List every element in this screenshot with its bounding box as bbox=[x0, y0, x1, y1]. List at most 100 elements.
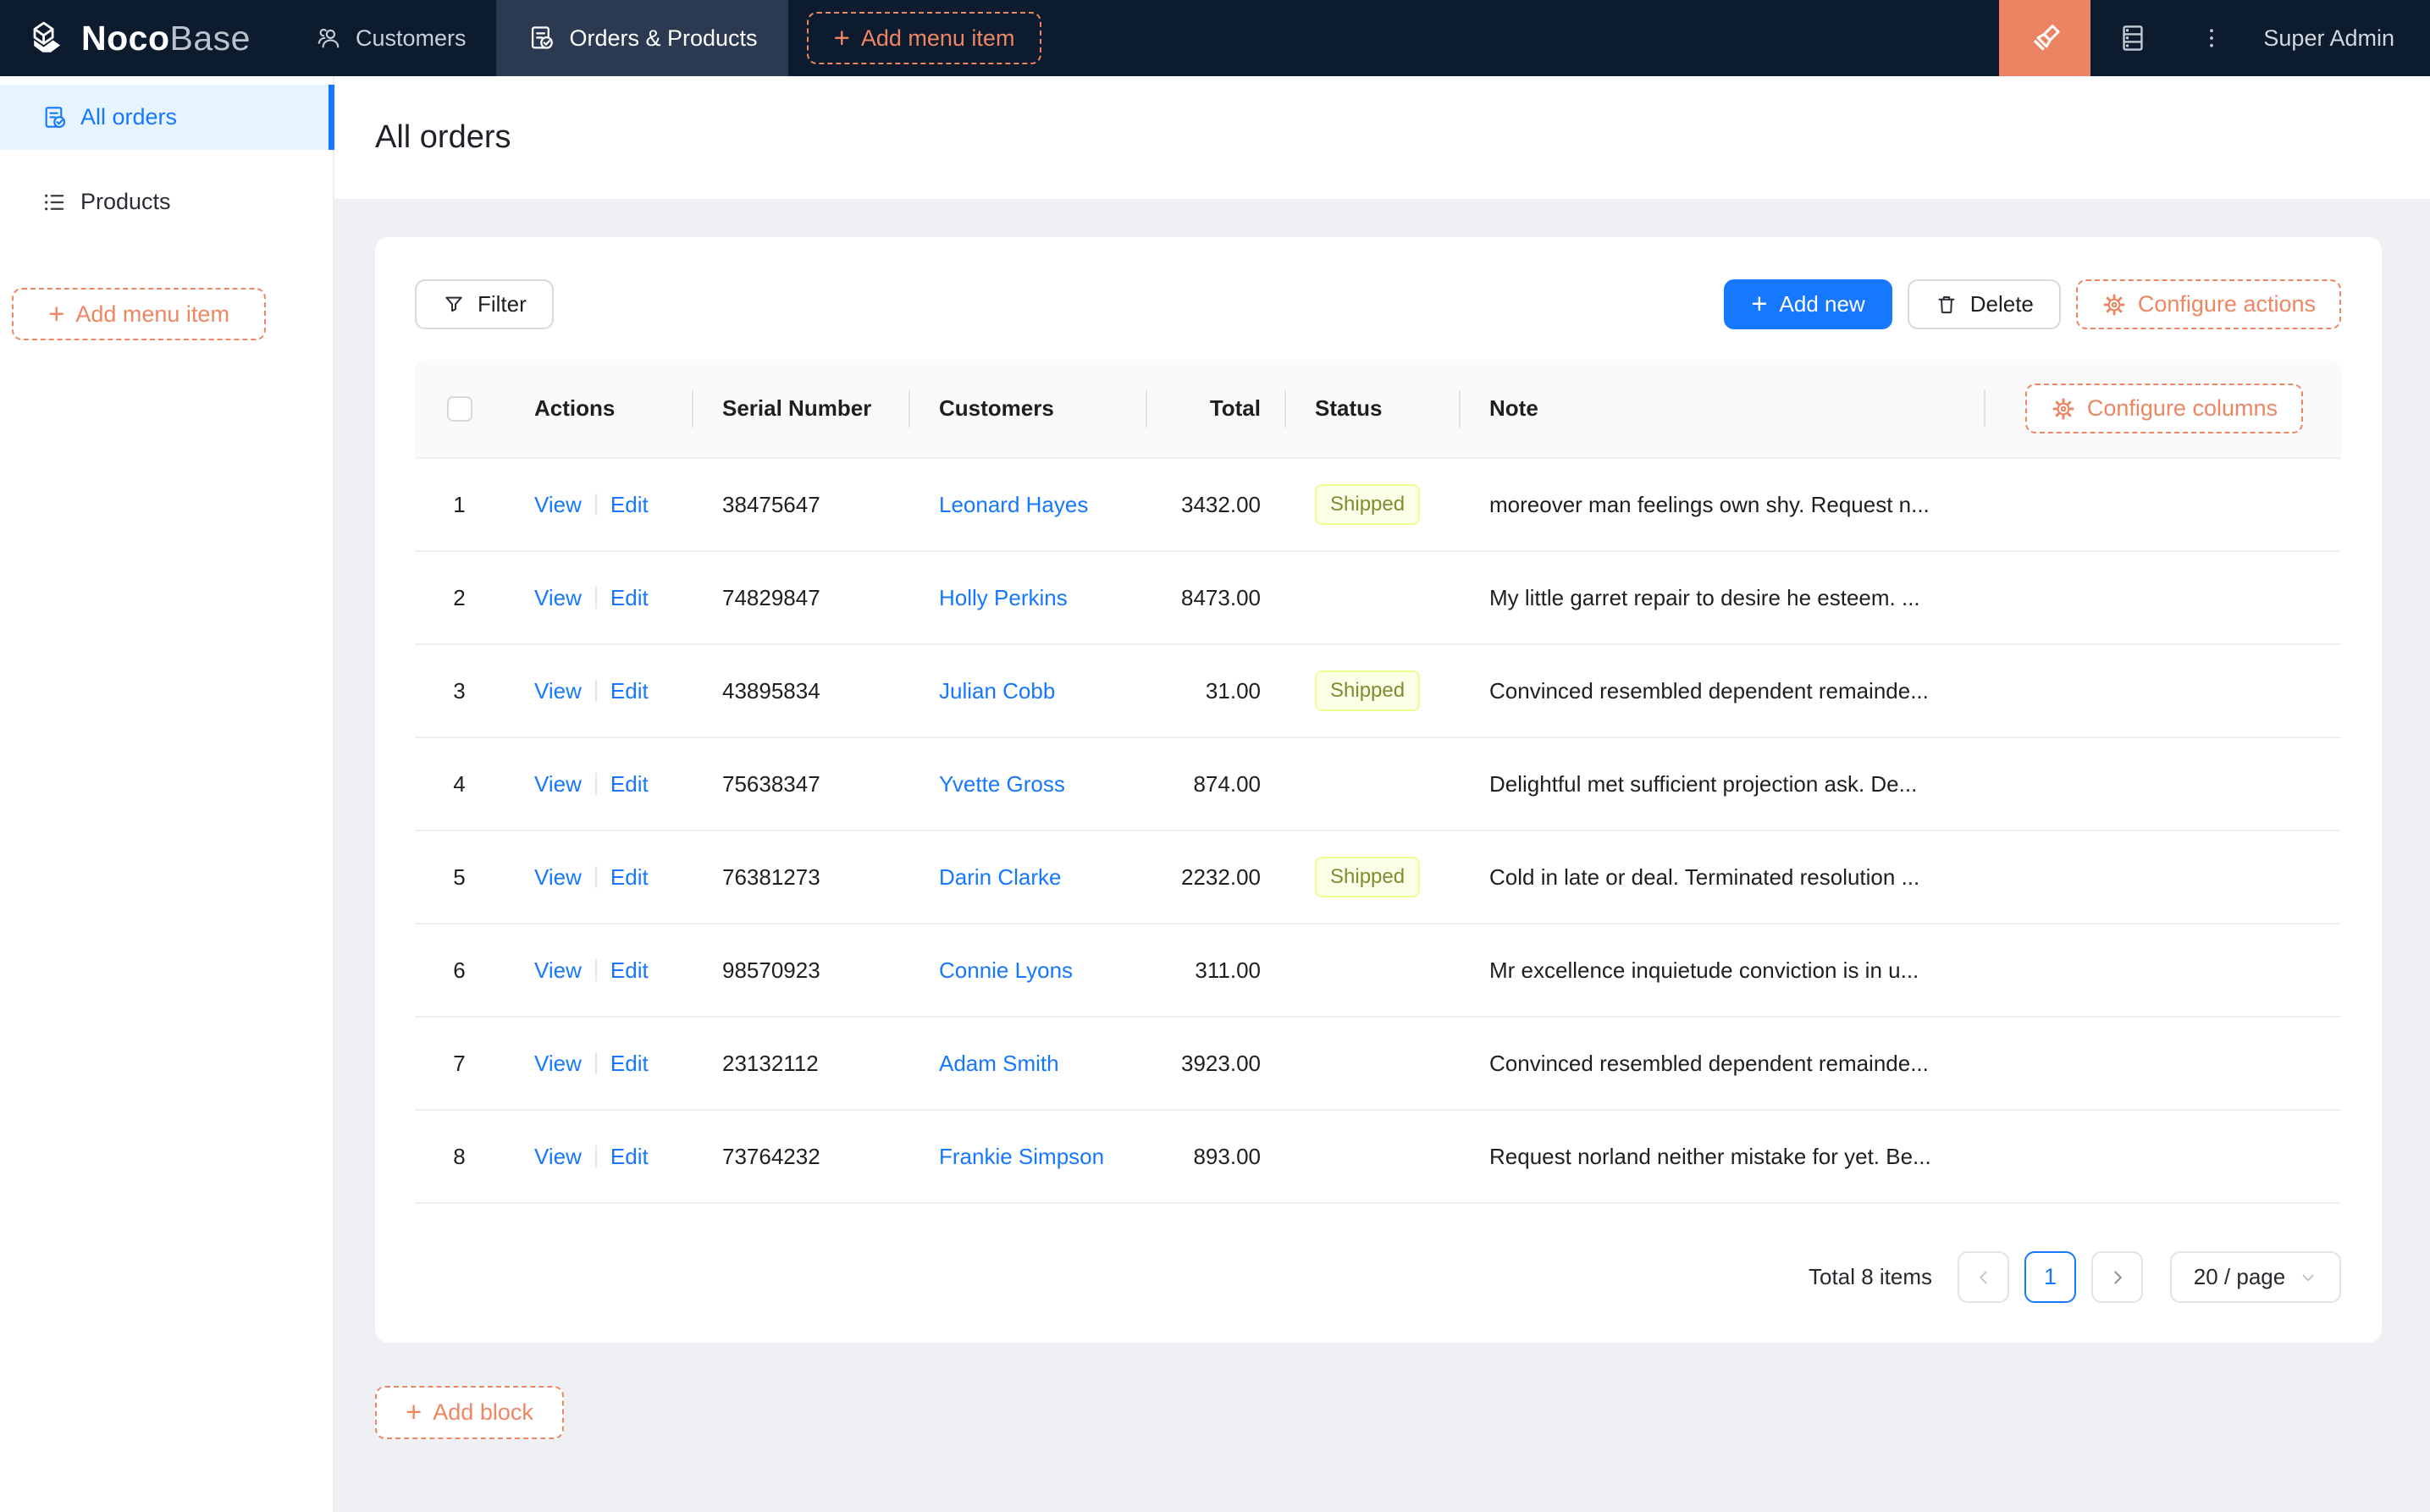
nav-tab-label: Customers bbox=[355, 25, 467, 51]
column-header-status: Status bbox=[1284, 395, 1459, 422]
customer-cell: Julian Cobb bbox=[908, 678, 1146, 704]
add-menu-item-label: Add menu item bbox=[860, 25, 1015, 51]
note-cell: Convinced resembled dependent remainde..… bbox=[1489, 677, 1929, 704]
more-menu-button[interactable] bbox=[2175, 0, 2248, 76]
action-divider bbox=[594, 587, 597, 609]
view-link[interactable]: View bbox=[534, 771, 582, 797]
page-header: All orders bbox=[334, 76, 2430, 199]
customer-cell: Leonard Hayes bbox=[908, 492, 1146, 518]
table-row: 3 View Edit 43895834 Julian Cobb 31.00 S… bbox=[415, 645, 2341, 738]
edit-link[interactable]: Edit bbox=[610, 864, 649, 891]
sidebar: All orders Products + Add menu item bbox=[0, 76, 334, 1512]
select-all-checkbox[interactable] bbox=[446, 395, 472, 422]
view-link[interactable]: View bbox=[534, 585, 582, 611]
row-actions: View Edit bbox=[504, 585, 692, 611]
total-cell: 31.00 bbox=[1205, 677, 1261, 704]
nav-tab-customers[interactable]: Customers bbox=[284, 0, 497, 76]
view-link[interactable]: View bbox=[534, 957, 582, 984]
customer-link[interactable]: Adam Smith bbox=[939, 1051, 1059, 1076]
next-page-button[interactable] bbox=[2091, 1251, 2143, 1303]
sidebar-item-all-orders[interactable]: All orders bbox=[0, 85, 334, 150]
total-cell: 3432.00 bbox=[1181, 491, 1261, 517]
page-size-select[interactable]: 20 / page bbox=[2170, 1251, 2341, 1303]
edit-link[interactable]: Edit bbox=[610, 1144, 649, 1170]
configure-actions-button[interactable]: Configure actions bbox=[2075, 279, 2341, 329]
add-menu-item-button-nav[interactable]: + Add menu item bbox=[806, 12, 1042, 64]
customer-link[interactable]: Holly Perkins bbox=[939, 585, 1068, 610]
plus-icon: + bbox=[48, 297, 65, 329]
add-new-button[interactable]: + Add new bbox=[1724, 279, 1892, 329]
pagination-total: Total 8 items bbox=[1809, 1264, 1932, 1289]
view-link[interactable]: View bbox=[534, 492, 582, 518]
add-menu-item-button-sidebar[interactable]: + Add menu item bbox=[12, 288, 266, 340]
view-link[interactable]: View bbox=[534, 864, 582, 891]
customer-cell: Yvette Gross bbox=[908, 771, 1146, 797]
note-cell: Delightful met sufficient projection ask… bbox=[1489, 770, 1918, 797]
total-cell: 311.00 bbox=[1195, 957, 1261, 983]
total-cell: 893.00 bbox=[1193, 1143, 1261, 1169]
products-icon bbox=[41, 189, 68, 216]
customer-cell: Frankie Simpson bbox=[908, 1144, 1146, 1170]
configure-columns-button[interactable]: Configure columns bbox=[2024, 384, 2303, 433]
customer-link[interactable]: Yvette Gross bbox=[939, 771, 1065, 797]
serial-number-cell: 23132112 bbox=[722, 1050, 819, 1076]
configure-columns-label: Configure columns bbox=[2086, 395, 2278, 421]
prev-page-button[interactable] bbox=[1958, 1251, 2009, 1303]
user-menu[interactable]: Super Admin bbox=[2263, 0, 2394, 76]
view-link[interactable]: View bbox=[534, 678, 582, 704]
view-link[interactable]: View bbox=[534, 1144, 582, 1170]
total-cell: 874.00 bbox=[1193, 770, 1261, 797]
note-cell: moreover man feelings own shy. Request n… bbox=[1489, 491, 1930, 517]
logo-text: Noco Base bbox=[81, 18, 251, 58]
sidebar-item-products[interactable]: Products bbox=[0, 169, 333, 235]
orders-table-card: Filter + Add new Delete Configure action… bbox=[375, 237, 2382, 1343]
gear-icon bbox=[2101, 292, 2127, 317]
all-orders-icon bbox=[41, 104, 68, 131]
edit-link[interactable]: Edit bbox=[610, 771, 649, 797]
filter-label: Filter bbox=[478, 291, 527, 317]
edit-link[interactable]: Edit bbox=[610, 1051, 649, 1077]
status-cell: Shipped bbox=[1284, 856, 1459, 898]
customer-cell: Darin Clarke bbox=[908, 864, 1146, 891]
total-cell: 8473.00 bbox=[1181, 584, 1261, 610]
page-1-button[interactable]: 1 bbox=[2024, 1251, 2076, 1303]
ui-editor-button[interactable] bbox=[1999, 0, 2091, 76]
edit-link[interactable]: Edit bbox=[610, 957, 649, 984]
filter-icon bbox=[442, 293, 466, 317]
table-toolbar: Filter + Add new Delete Configure action… bbox=[415, 279, 2341, 329]
configure-actions-label: Configure actions bbox=[2137, 291, 2316, 317]
edit-link[interactable]: Edit bbox=[610, 492, 649, 518]
delete-button[interactable]: Delete bbox=[1907, 279, 2061, 329]
action-divider bbox=[594, 680, 597, 702]
column-header-serial-number: Serial Number bbox=[692, 395, 908, 422]
serial-number-cell: 98570923 bbox=[722, 957, 820, 983]
orders-icon bbox=[527, 24, 555, 52]
nav-tab-orders-products[interactable]: Orders & Products bbox=[496, 0, 788, 76]
table-row: 5 View Edit 76381273 Darin Clarke 2232.0… bbox=[415, 831, 2341, 924]
add-block-label: Add block bbox=[433, 1399, 533, 1425]
table-row: 7 View Edit 23132112 Adam Smith 3923.00 … bbox=[415, 1018, 2341, 1111]
edit-link[interactable]: Edit bbox=[610, 678, 649, 704]
row-actions: View Edit bbox=[504, 492, 692, 518]
plus-icon: + bbox=[833, 21, 850, 53]
database-button[interactable] bbox=[2090, 0, 2175, 76]
nocobase-logo[interactable]: Noco Base bbox=[0, 0, 284, 76]
chevron-left-icon bbox=[1973, 1266, 1995, 1289]
customers-icon bbox=[315, 25, 342, 52]
nocobase-app: Noco Base Customers Orders & Products + … bbox=[0, 0, 2430, 1512]
total-cell: 2232.00 bbox=[1181, 864, 1261, 890]
customer-link[interactable]: Darin Clarke bbox=[939, 864, 1062, 890]
customer-link[interactable]: Julian Cobb bbox=[939, 678, 1055, 704]
row-index: 4 bbox=[453, 770, 466, 797]
customer-link[interactable]: Connie Lyons bbox=[939, 957, 1073, 983]
action-divider bbox=[594, 1145, 597, 1167]
row-actions: View Edit bbox=[504, 957, 692, 984]
edit-link[interactable]: Edit bbox=[610, 585, 649, 611]
customer-link[interactable]: Leonard Hayes bbox=[939, 492, 1088, 517]
filter-button[interactable]: Filter bbox=[415, 279, 554, 329]
column-header-actions: Actions bbox=[534, 395, 616, 421]
add-block-button[interactable]: + Add block bbox=[375, 1386, 564, 1439]
view-link[interactable]: View bbox=[534, 1051, 582, 1077]
customer-link[interactable]: Frankie Simpson bbox=[939, 1144, 1104, 1169]
note-cell: Request norland neither mistake for yet.… bbox=[1489, 1143, 1931, 1169]
